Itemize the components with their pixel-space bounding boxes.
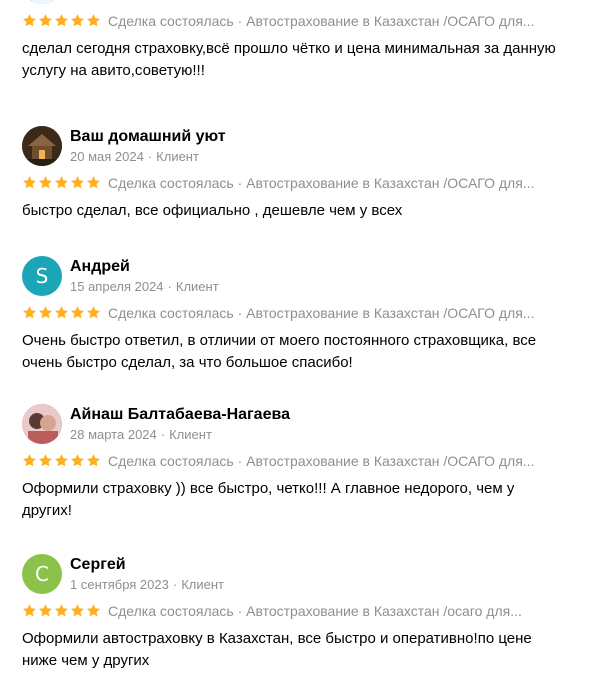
review-item: Айнаш Балтабаева-Нагаева 28 марта 2024 · Кл… [22, 404, 582, 519]
rating-row: Сделка состоялась · Автострахование в Ка… [22, 12, 578, 32]
star-icon [71, 13, 84, 27]
star-icon [55, 305, 68, 319]
review-text: Оформили страховку )) все быстро, четко!… [22, 480, 515, 519]
reviewer-name[interactable]: Сергей [70, 556, 126, 574]
review-date: 1 сентября 2023 [70, 577, 169, 592]
review-meta: 15 апреля 2024 · Клиент [70, 279, 219, 294]
star-icon [55, 175, 68, 189]
review-item: S Андрей 15 апреля 2024 · Клиент Сделка состо… [22, 256, 582, 371]
star-icon [71, 175, 84, 189]
review-text: быстро сделал, все официально , дешевле … [22, 202, 403, 219]
review-meta: 28 марта 2024 · Клиент [70, 427, 212, 442]
star-icon [71, 603, 84, 617]
reviewer-role: Клиент [156, 149, 199, 164]
person-photo [22, 404, 62, 444]
star-icon [71, 305, 84, 319]
review-date: 28 марта 2024 [70, 427, 157, 442]
star-icon [87, 305, 100, 319]
star-rating [22, 13, 102, 29]
avatar[interactable]: С [22, 554, 62, 594]
star-icon [23, 175, 36, 189]
rating-row: Сделка состоялась · Автострахование в Ка… [22, 602, 578, 622]
house-photo [22, 126, 62, 166]
star-icon [55, 453, 68, 467]
reviewer-name[interactable]: Айнаш Балтабаева-Нагаева [70, 406, 290, 424]
star-icon [87, 175, 100, 189]
star-rating [22, 603, 102, 619]
review-header: 26 мая 2024 · Клиент [22, 0, 582, 8]
star-icon [23, 13, 36, 27]
review-date: 20 мая 2024 [70, 149, 144, 164]
review-meta: 20 мая 2024 · Клиент [70, 149, 199, 164]
meta-separator: · [148, 0, 152, 2]
rating-row: Сделка состоялась · Автострахование в Ка… [22, 452, 578, 472]
rating-row: Сделка состоялась · Автострахование в Ка… [22, 174, 578, 194]
star-icon [39, 453, 52, 467]
review-header: С Сергей 1 сентября 2023 · Клиент [22, 554, 582, 598]
reviews-page: { "colors": { "star": "#ffb021", "meta":… [0, 0, 599, 674]
meta-separator: · [172, 577, 178, 592]
deal-status[interactable]: Сделка состоялась · Автострахование в Ка… [108, 453, 534, 469]
deal-status[interactable]: Сделка состоялась · Автострахование в Ка… [108, 13, 534, 29]
review-item: 26 мая 2024 · Клиент Сделка состоялась · Ав… [22, 0, 582, 79]
review-text: сделал сегодня страховку,всё прошло чётк… [22, 40, 556, 79]
reviewer-role: Клиент [175, 279, 219, 294]
avatar[interactable]: S [22, 256, 62, 296]
review-header: S Андрей 15 апреля 2024 · Клиент [22, 256, 582, 300]
reviewer-role: Клиент [181, 577, 224, 592]
review-text: Оформили автостраховку в Казахстан, все … [22, 630, 532, 669]
star-icon [55, 13, 68, 27]
reviewer-role: Клиент [169, 427, 212, 442]
star-icon [39, 305, 52, 319]
user-photo [22, 0, 62, 4]
star-icon [39, 603, 52, 617]
star-icon [23, 453, 36, 467]
review-meta: 1 сентября 2023 · Клиент [70, 577, 224, 592]
star-icon [87, 453, 100, 467]
star-icon [87, 13, 100, 27]
star-icon [23, 603, 36, 617]
star-icon [23, 305, 36, 319]
star-icon [71, 453, 84, 467]
avatar[interactable] [22, 404, 62, 444]
meta-separator: · [160, 427, 166, 442]
review-item: С Сергей 1 сентября 2023 · Клиент Сделка сост… [22, 554, 582, 669]
star-icon [39, 175, 52, 189]
avatar[interactable] [22, 0, 62, 4]
review-date: 15 апреля 2024 [70, 279, 164, 294]
review-header: Айнаш Балтабаева-Нагаева 28 марта 2024 · Кл… [22, 404, 582, 448]
reviewer-name[interactable]: Ваш домашний уют [70, 128, 226, 146]
review-item: Ваш домашний уют 20 мая 2024 · Клиент Сделка… [22, 126, 582, 219]
deal-status[interactable]: Сделка состоялась · Автострахование в Ка… [108, 305, 534, 321]
review-text: Очень быстро ответил, в отличии от моего… [22, 332, 537, 371]
deal-status[interactable]: Сделка состоялась · Автострахование в Ка… [108, 603, 522, 619]
meta-separator: · [167, 279, 172, 294]
star-icon [55, 603, 68, 617]
star-icon [39, 13, 52, 27]
avatar[interactable] [22, 126, 62, 166]
review-date: 26 мая 2024 [70, 0, 144, 2]
star-rating [22, 305, 102, 321]
avatar-letter: С [35, 562, 49, 586]
star-rating [22, 453, 102, 469]
star-rating [22, 175, 102, 191]
reviewer-role: Клиент [156, 0, 199, 2]
meta-separator: · [147, 149, 153, 164]
deal-status[interactable]: Сделка состоялась · Автострахование в Ка… [108, 175, 534, 191]
star-icon [87, 603, 100, 617]
review-meta: 26 мая 2024 · Клиент [70, 0, 199, 2]
avatar-letter: S [35, 264, 49, 288]
reviewer-name[interactable]: Андрей [70, 258, 130, 276]
review-header: Ваш домашний уют 20 мая 2024 · Клиент [22, 126, 582, 170]
rating-row: Сделка состоялась · Автострахование в Ка… [22, 304, 578, 324]
